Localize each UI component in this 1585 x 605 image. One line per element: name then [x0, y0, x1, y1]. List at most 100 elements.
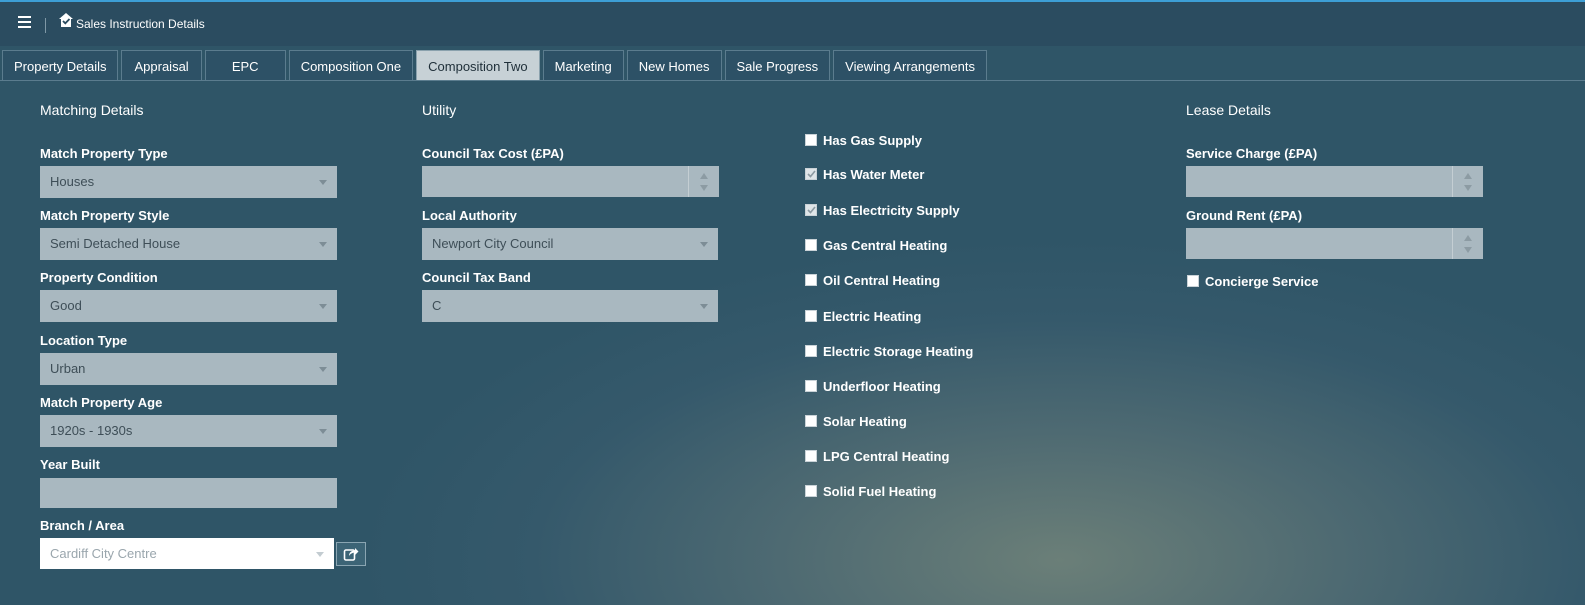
lease-details-heading: Lease Details	[1186, 102, 1271, 118]
has-gas-supply-checkbox[interactable]: Has Gas Supply	[805, 132, 922, 148]
tab-marketing[interactable]: Marketing	[542, 50, 624, 80]
property-condition-label: Property Condition	[40, 270, 158, 285]
local-authority-value: Newport City Council	[432, 236, 554, 251]
has-gas-supply-label: Has Gas Supply	[823, 132, 922, 148]
checkmark-icon	[807, 170, 816, 178]
gas-central-heating-label: Gas Central Heating	[823, 237, 948, 253]
ground-rent-input[interactable]	[1186, 228, 1483, 259]
electric-storage-heating-checkbox[interactable]: Electric Storage Heating	[805, 343, 973, 359]
checkbox-box[interactable]	[805, 134, 817, 146]
chevron-down-icon	[319, 304, 327, 309]
checkbox-box[interactable]	[805, 415, 817, 427]
chevron-down-icon	[319, 242, 327, 247]
match-property-style-label: Match Property Style	[40, 208, 170, 223]
ground-rent-spinner[interactable]	[1452, 228, 1483, 259]
branch-area-select[interactable]: Cardiff City Centre	[40, 538, 334, 569]
checkbox-box[interactable]	[1187, 275, 1199, 287]
lpg-central-heating-checkbox[interactable]: LPG Central Heating	[805, 448, 949, 464]
council-tax-band-select[interactable]: C	[422, 290, 718, 322]
open-branch-button[interactable]	[336, 542, 366, 566]
match-property-type-value: Houses	[50, 174, 95, 189]
tab-viewing-arrangements[interactable]: Viewing Arrangements	[833, 50, 987, 80]
property-condition-select[interactable]: Good	[40, 290, 337, 322]
chevron-down-icon	[700, 304, 708, 309]
has-water-meter-label: Has Water Meter	[823, 166, 925, 182]
checkbox-box[interactable]	[805, 274, 817, 286]
utility-heading: Utility	[422, 102, 457, 118]
electric-heating-checkbox[interactable]: Electric Heating	[805, 308, 921, 324]
location-type-value: Urban	[50, 361, 86, 376]
checkbox-box[interactable]	[805, 380, 817, 392]
solar-heating-checkbox[interactable]: Solar Heating	[805, 413, 907, 429]
council-tax-band-value: C	[432, 298, 442, 313]
year-built-label: Year Built	[40, 457, 100, 472]
page-title: Sales Instruction Details	[76, 17, 205, 31]
solid-fuel-heating-label: Solid Fuel Heating	[823, 483, 937, 499]
location-type-select[interactable]: Urban	[40, 353, 337, 385]
checkbox-box[interactable]	[805, 168, 817, 180]
arrow-up-icon	[1464, 173, 1472, 179]
tab-property-details[interactable]: Property Details	[2, 50, 119, 80]
local-authority-label: Local Authority	[422, 208, 517, 223]
checkbox-box[interactable]	[805, 239, 817, 251]
match-property-type-label: Match Property Type	[40, 146, 168, 161]
service-charge-label: Service Charge (£PA)	[1186, 146, 1318, 161]
tab-composition-two[interactable]: Composition Two	[416, 50, 540, 80]
arrow-down-icon	[1464, 247, 1472, 253]
solid-fuel-heating-checkbox[interactable]: Solid Fuel Heating	[805, 483, 936, 499]
electric-storage-heating-label: Electric Storage Heating	[823, 343, 974, 359]
property-condition-value: Good	[50, 298, 82, 313]
checkbox-box[interactable]	[805, 310, 817, 322]
hamburger-menu-icon[interactable]	[18, 16, 31, 28]
chevron-down-icon	[316, 552, 324, 557]
share-icon	[343, 548, 359, 561]
chevron-down-icon	[319, 367, 327, 372]
top-bar: Sales Instruction Details	[0, 0, 1585, 46]
tab-epc[interactable]: EPC	[204, 50, 286, 80]
has-water-meter-checkbox[interactable]: Has Water Meter	[805, 166, 924, 182]
chevron-down-icon	[319, 429, 327, 434]
matching-details-heading: Matching Details	[40, 102, 144, 118]
branch-area-label: Branch / Area	[40, 518, 125, 533]
tab-sale-progress[interactable]: Sale Progress	[724, 50, 831, 80]
gas-central-heating-checkbox[interactable]: Gas Central Heating	[805, 237, 947, 253]
underfloor-heating-checkbox[interactable]: Underfloor Heating	[805, 378, 941, 394]
concierge-service-checkbox[interactable]: Concierge Service	[1187, 273, 1318, 289]
checkbox-box[interactable]	[805, 204, 817, 216]
checkbox-box[interactable]	[805, 450, 817, 462]
match-property-age-label: Match Property Age	[40, 395, 163, 410]
match-property-age-select[interactable]: 1920s - 1930s	[40, 415, 337, 447]
arrow-down-icon	[700, 185, 708, 191]
solar-heating-label: Solar Heating	[823, 413, 907, 429]
ground-rent-label: Ground Rent (£PA)	[1186, 208, 1303, 223]
year-built-input[interactable]	[40, 478, 337, 508]
checkmark-icon	[807, 206, 816, 214]
local-authority-select[interactable]: Newport City Council	[422, 228, 718, 260]
match-property-style-value: Semi Detached House	[50, 236, 181, 251]
service-charge-input[interactable]	[1186, 166, 1483, 197]
arrow-down-icon	[1464, 185, 1472, 191]
council-tax-cost-input[interactable]	[422, 166, 719, 197]
header-divider	[45, 18, 46, 33]
tab-bar: Property Details Appraisal EPC Compositi…	[2, 50, 987, 81]
match-property-age-value: 1920s - 1930s	[50, 423, 133, 438]
underfloor-heating-label: Underfloor Heating	[823, 378, 941, 394]
match-property-type-select[interactable]: Houses	[40, 166, 337, 198]
council-tax-cost-label: Council Tax Cost (£PA)	[422, 146, 564, 161]
has-electricity-supply-checkbox[interactable]: Has Electricity Supply	[805, 202, 960, 218]
tab-appraisal[interactable]: Appraisal	[121, 50, 202, 80]
checkbox-box[interactable]	[805, 485, 817, 497]
chevron-down-icon	[700, 242, 708, 247]
has-electricity-supply-label: Has Electricity Supply	[823, 202, 960, 218]
service-charge-spinner[interactable]	[1452, 166, 1483, 197]
tab-new-homes[interactable]: New Homes	[626, 50, 722, 80]
checkbox-box[interactable]	[805, 345, 817, 357]
match-property-style-select[interactable]: Semi Detached House	[40, 228, 337, 260]
oil-central-heating-checkbox[interactable]: Oil Central Heating	[805, 272, 940, 288]
council-tax-cost-spinner[interactable]	[688, 166, 719, 197]
arrow-up-icon	[700, 173, 708, 179]
chevron-down-icon	[319, 180, 327, 185]
tab-underline	[0, 80, 1585, 81]
tab-composition-one[interactable]: Composition One	[288, 50, 414, 80]
concierge-service-label: Concierge Service	[1205, 273, 1319, 289]
